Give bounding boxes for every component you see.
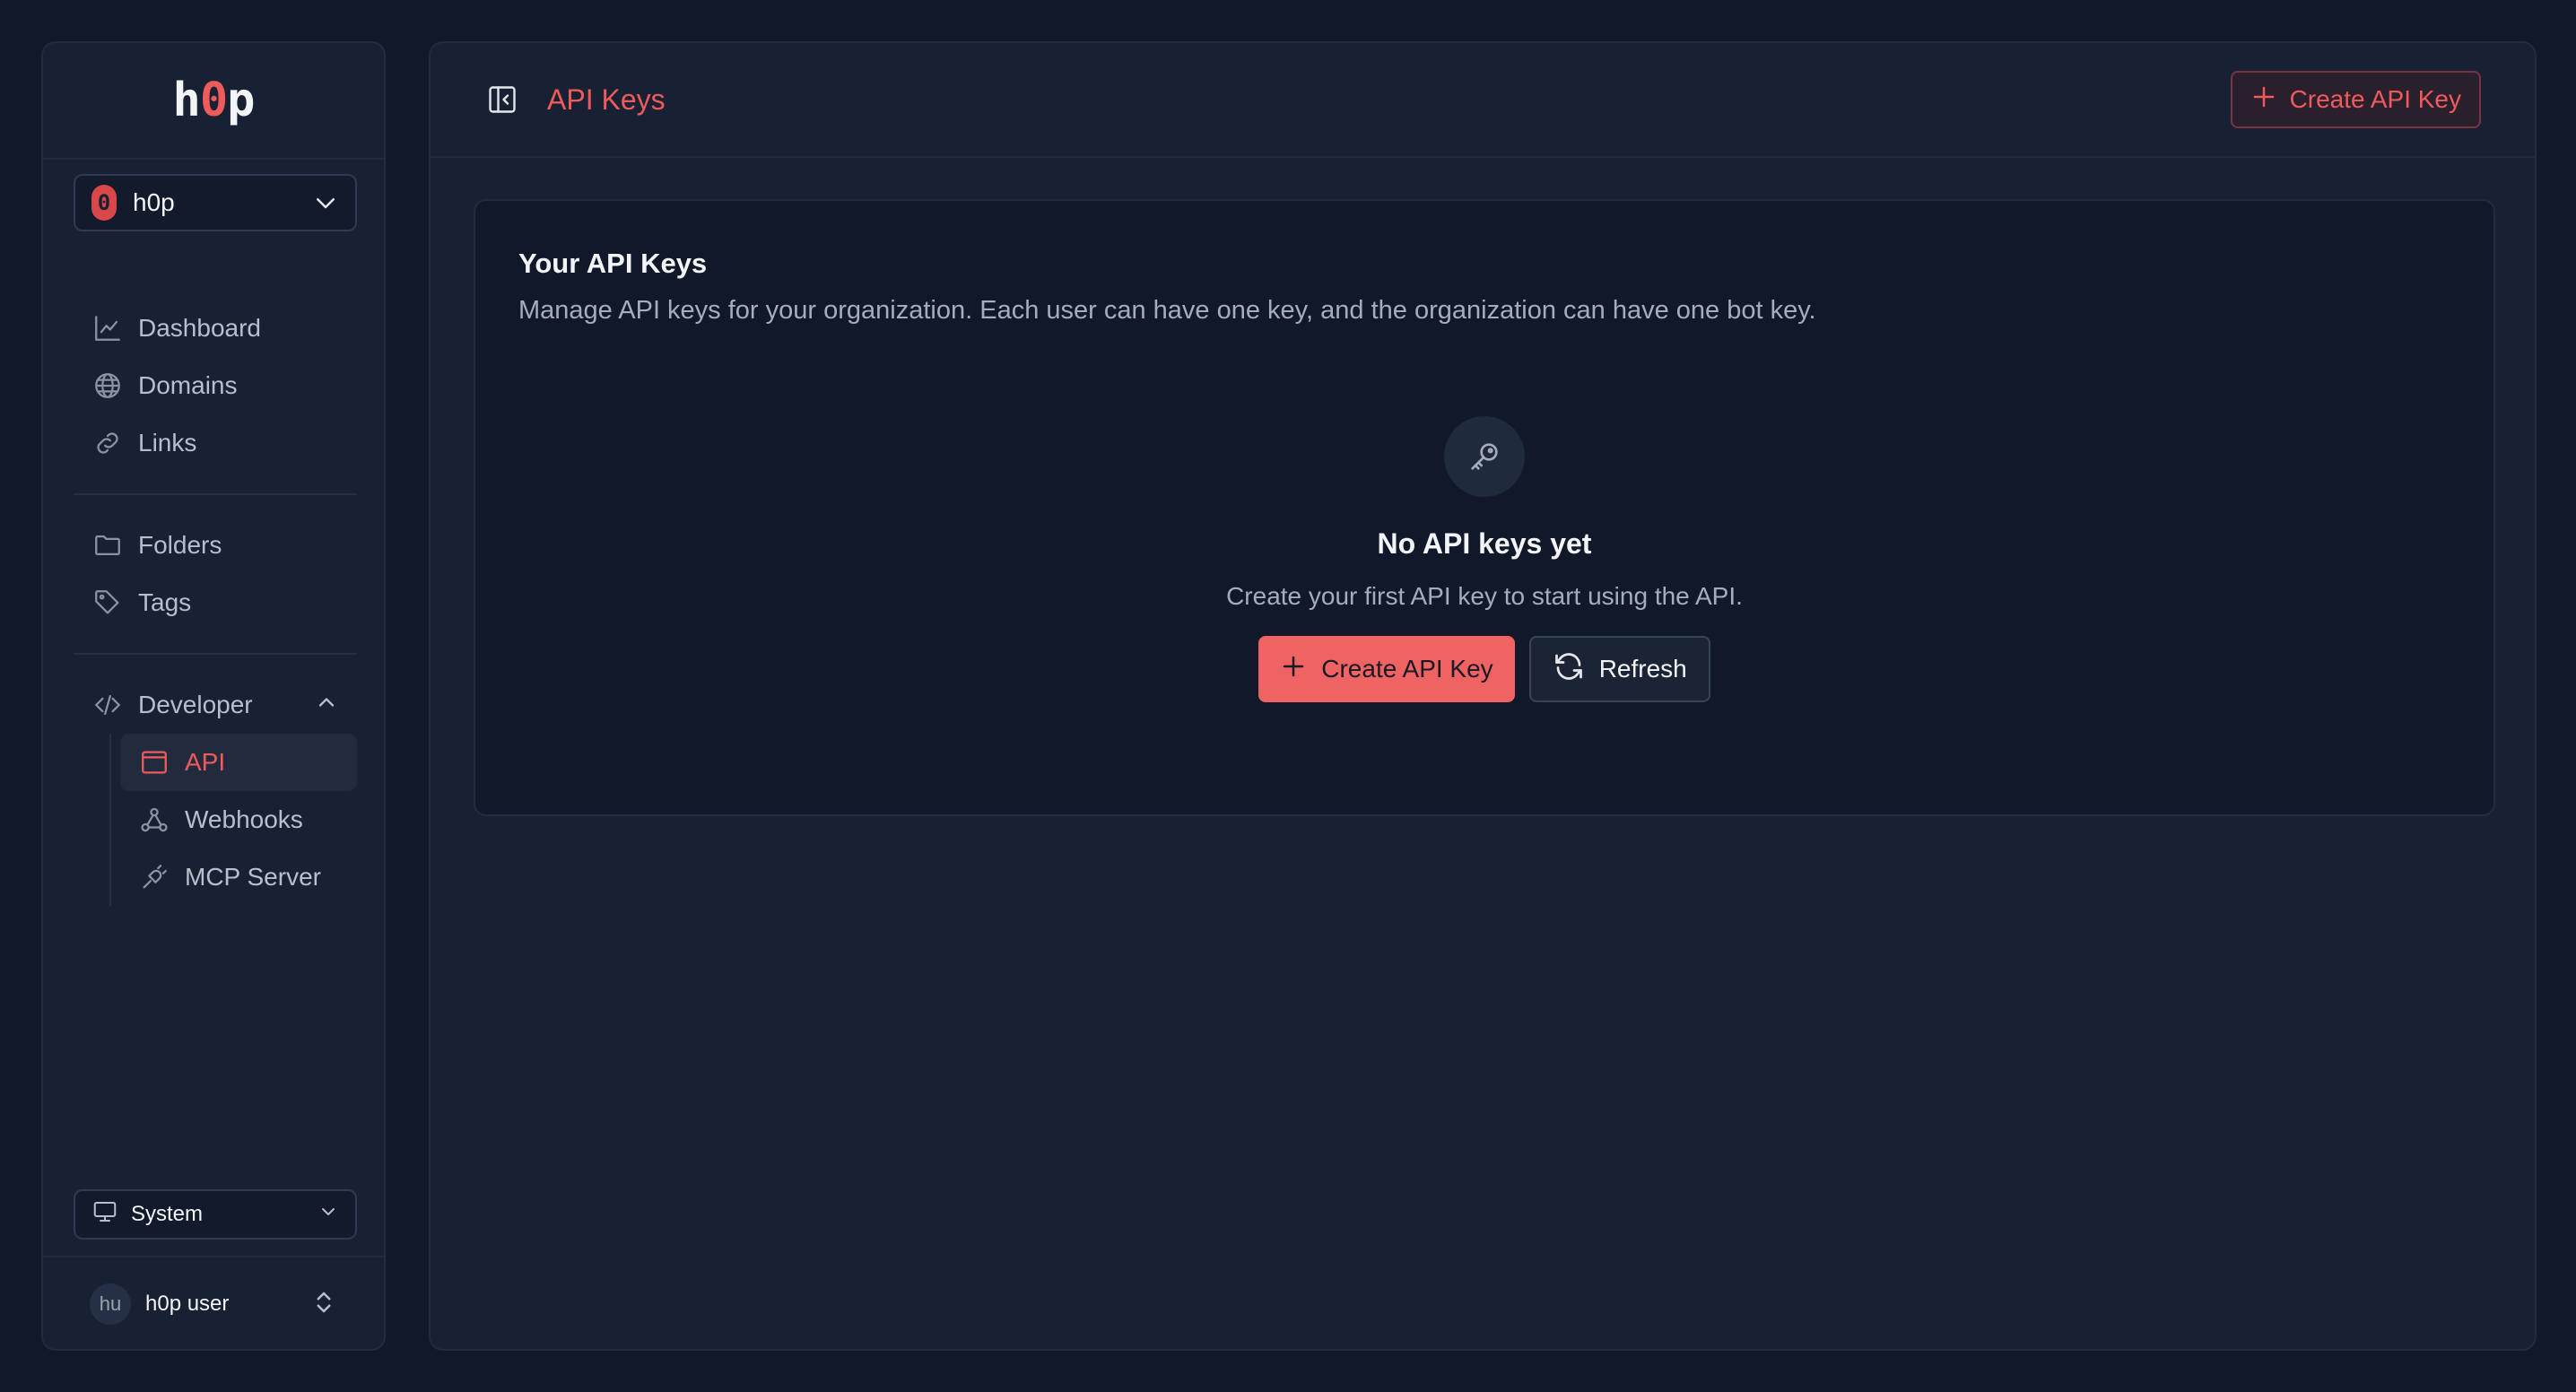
tag-icon <box>91 587 124 619</box>
avatar: hu <box>90 1283 131 1325</box>
logo-text-left: h <box>172 74 201 127</box>
code-icon <box>91 689 124 721</box>
org-avatar-glyph: 0 <box>97 190 111 215</box>
card-title: Your API Keys <box>518 248 708 279</box>
sidebar-item-label: Domains <box>138 371 238 399</box>
chevrons-up-down-icon <box>310 1289 337 1320</box>
app-root: h0p 0 h0p Dashboard Domains Links Folder… <box>0 0 2576 1392</box>
globe-icon <box>91 370 124 402</box>
org-switcher[interactable]: 0 h0p <box>74 174 357 231</box>
empty-state-title: No API keys yet <box>1377 527 1592 560</box>
empty-state: No API keys yet Create your first API ke… <box>475 416 2493 702</box>
plug-icon <box>138 861 170 893</box>
top-bar: API Keys Create API Key <box>431 43 2535 158</box>
card-description: Manage API keys for your organization. E… <box>518 296 1816 325</box>
empty-state-subtitle: Create your first API key to start using… <box>1226 582 1743 610</box>
sidebar-item-label: Dashboard <box>138 314 261 342</box>
sidebar-item-webhooks[interactable]: Webhooks <box>120 791 357 848</box>
sidebar-item-label: Tags <box>138 588 192 616</box>
org-avatar-icon: 0 <box>91 185 117 221</box>
avatar-initials: hu <box>99 1292 122 1315</box>
sidebar-item-label: Links <box>138 429 197 457</box>
key-icon <box>1444 416 1525 497</box>
refresh-icon <box>1553 650 1585 689</box>
sidebar-item-label: API <box>185 748 226 776</box>
sidebar-item-label: Webhooks <box>185 805 303 833</box>
sidebar-item-links[interactable]: Links <box>74 414 357 472</box>
org-name: h0p <box>133 188 175 216</box>
plus-icon <box>2250 83 2277 117</box>
nav-divider <box>74 493 357 495</box>
refresh-label: Refresh <box>1598 655 1687 683</box>
folder-icon <box>91 529 124 561</box>
user-menu[interactable]: hu h0p user <box>43 1256 384 1351</box>
logo-area: h0p <box>43 43 384 160</box>
theme-select[interactable]: System <box>74 1189 357 1240</box>
create-api-key-header-button[interactable]: Create API Key <box>2230 71 2481 128</box>
api-keys-card: Your API Keys Manage API keys for your o… <box>474 199 2495 816</box>
sidebar-toggle-icon[interactable] <box>484 82 520 117</box>
sidebar-item-label: Developer <box>138 691 253 718</box>
sidebar-item-tags[interactable]: Tags <box>74 574 357 631</box>
terminal-window-icon <box>138 746 170 779</box>
user-name: h0p user <box>145 1292 230 1316</box>
refresh-button[interactable]: Refresh <box>1528 636 1710 702</box>
create-api-key-button[interactable]: Create API Key <box>1258 636 1515 702</box>
theme-select-value: System <box>131 1202 204 1226</box>
webhook-icon <box>138 804 170 836</box>
link-icon <box>91 427 124 459</box>
create-api-key-header-label: Create API Key <box>2289 85 2461 113</box>
sidebar: h0p 0 h0p Dashboard Domains Links Folder… <box>41 41 386 1351</box>
monitor-icon <box>91 1198 118 1231</box>
developer-submenu: API Webhooks MCP Server <box>109 734 357 906</box>
sidebar-item-dashboard[interactable]: Dashboard <box>74 300 357 357</box>
main-panel: API Keys Create API Key Your API Keys Ma… <box>429 41 2537 1351</box>
chevron-down-icon <box>312 189 339 216</box>
sidebar-item-label: MCP Server <box>185 863 321 891</box>
create-api-key-label: Create API Key <box>1321 655 1493 683</box>
sidebar-item-label: Folders <box>138 531 222 559</box>
sidebar-item-folders[interactable]: Folders <box>74 517 357 574</box>
nav-divider <box>74 653 357 655</box>
logo-text-right: p <box>227 74 255 127</box>
sidebar-item-api[interactable]: API <box>120 734 357 791</box>
sidebar-item-mcp-server[interactable]: MCP Server <box>120 848 357 906</box>
page-title: API Keys <box>547 83 666 116</box>
logo[interactable]: h0p <box>172 74 256 127</box>
chevron-down-icon <box>318 1201 339 1229</box>
sidebar-nav: Dashboard Domains Links Folders Tags Dev… <box>74 300 357 906</box>
logo-text-accent: 0 <box>199 74 228 127</box>
plus-icon <box>1280 653 1307 686</box>
sidebar-group-developer[interactable]: Developer <box>74 676 357 734</box>
empty-state-actions: Create API Key Refresh <box>1258 636 1710 702</box>
sidebar-item-domains[interactable]: Domains <box>74 357 357 414</box>
chart-line-icon <box>91 312 124 344</box>
chevron-up-icon <box>314 690 339 721</box>
